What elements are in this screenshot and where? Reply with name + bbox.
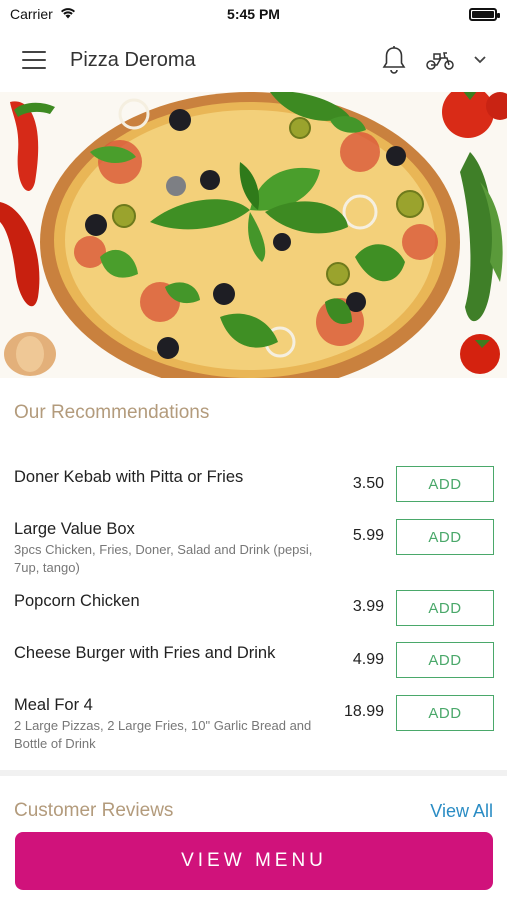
item-description: 3pcs Chicken, Fries, Doner, Salad and Dr… [14, 542, 313, 575]
item-price: 3.99 [352, 598, 384, 615]
hero-pizza-image [0, 92, 507, 378]
item-name: Cheese Burger with Fries and Drink [14, 644, 276, 662]
chevron-down-icon[interactable] [473, 55, 487, 65]
header-actions [381, 45, 487, 75]
reviews-title: Customer Reviews [14, 800, 174, 821]
item-name: Meal For 4 [14, 696, 93, 714]
add-button[interactable]: ADD [396, 466, 494, 502]
add-button[interactable]: ADD [396, 695, 494, 731]
status-left: Carrier [10, 6, 77, 22]
hamburger-menu-icon[interactable] [22, 51, 46, 69]
item-price: 4.99 [352, 651, 384, 668]
page-title: Pizza Deroma [70, 48, 196, 71]
add-button[interactable]: ADD [396, 642, 494, 678]
view-menu-button[interactable]: VIEW MENU [15, 832, 493, 890]
item-name: Large Value Box [14, 520, 135, 538]
recommendations-title: Our Recommendations [14, 402, 210, 423]
app-header: Pizza Deroma [0, 28, 507, 92]
add-button[interactable]: ADD [396, 590, 494, 626]
bell-icon[interactable] [381, 45, 407, 75]
status-bar: Carrier 5:45 PM [0, 0, 507, 28]
item-price: 18.99 [343, 703, 384, 720]
view-all-link[interactable]: View All [430, 801, 493, 822]
carrier-label: Carrier [10, 6, 53, 22]
item-name: Doner Kebab with Pitta or Fries [14, 468, 244, 486]
item-name: Popcorn Chicken [14, 592, 140, 610]
item-description: 2 Large Pizzas, 2 Large Fries, 10" Garli… [14, 718, 312, 751]
item-price: 3.50 [352, 475, 384, 492]
wifi-icon [59, 6, 77, 22]
delivery-scooter-icon[interactable] [425, 49, 455, 71]
add-button[interactable]: ADD [396, 519, 494, 555]
section-divider [0, 770, 507, 776]
battery-icon [469, 7, 500, 21]
item-price: 5.99 [352, 527, 384, 544]
